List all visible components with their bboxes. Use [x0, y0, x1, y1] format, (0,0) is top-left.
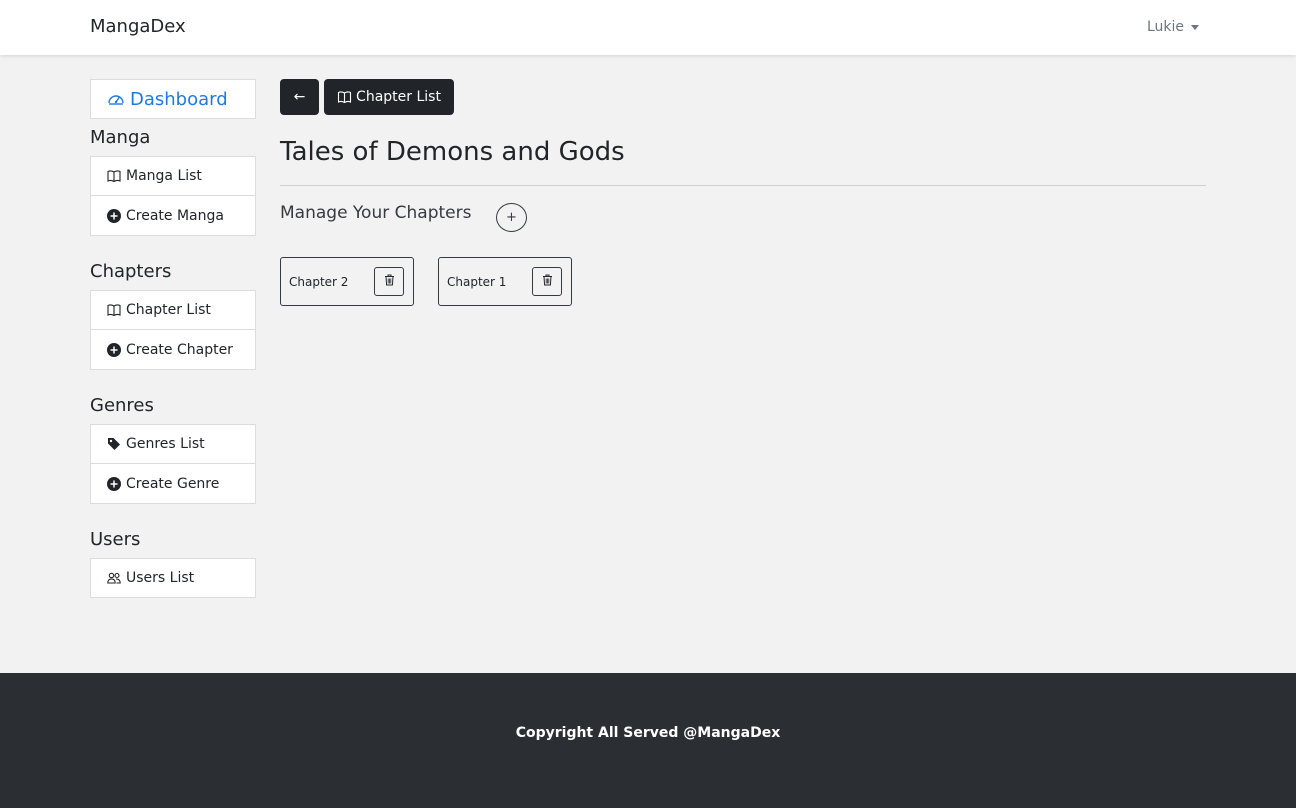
- book-icon: [107, 170, 121, 182]
- sidebar-item-label: Genres List: [126, 436, 205, 452]
- arrow-left-icon: ←: [293, 89, 306, 105]
- sidebar-item-label: Manga List: [126, 168, 202, 184]
- sidebar-item-label: Create Genre: [126, 475, 220, 492]
- sidebar-item-create-chapter[interactable]: Create Chapter: [90, 330, 256, 370]
- page-title: Tales of Demons and Gods: [280, 137, 625, 167]
- copyright-text: Copyright All Served @MangaDex: [515, 725, 781, 741]
- user-name: Lukie: [1147, 19, 1185, 35]
- delete-chapter-button[interactable]: [532, 267, 562, 296]
- delete-chapter-button[interactable]: [374, 267, 404, 296]
- chapter-label: Chapter 1: [447, 274, 507, 289]
- people-icon: [107, 572, 121, 584]
- section-heading-manga: Manga: [90, 127, 151, 148]
- back-button[interactable]: ←: [280, 79, 319, 115]
- plus-circle-icon: [107, 342, 121, 357]
- trash-icon: [542, 274, 553, 289]
- sidebar-item-create-genre[interactable]: Create Genre: [90, 464, 256, 504]
- sidebar-item-dashboard[interactable]: Dashboard: [90, 79, 256, 119]
- sidebar-item-label: Create Chapter: [126, 341, 233, 358]
- sidebar-item-users-list[interactable]: Users List: [90, 558, 256, 598]
- brand-link[interactable]: MangaDex: [90, 16, 186, 37]
- sidebar-item-create-manga[interactable]: Create Manga: [90, 196, 256, 236]
- sidebar-item-genres-list[interactable]: Genres List: [90, 424, 256, 464]
- sidebar: Dashboard Manga Manga List Create Manga …: [90, 79, 256, 598]
- sidebar-item-label: Dashboard: [130, 88, 228, 110]
- sidebar-item-label: Chapter List: [126, 302, 211, 318]
- user-dropdown[interactable]: Lukie: [1147, 19, 1200, 35]
- plus-icon: +: [506, 210, 517, 225]
- book-icon: [337, 91, 352, 103]
- speedometer-icon: [107, 91, 125, 107]
- sidebar-item-manga-list[interactable]: Manga List: [90, 156, 256, 196]
- divider: [280, 185, 1206, 186]
- sidebar-item-chapter-list[interactable]: Chapter List: [90, 290, 256, 330]
- plus-circle-icon: [107, 476, 121, 491]
- chevron-down-icon: [1191, 24, 1200, 30]
- chapter-card[interactable]: Chapter 1: [438, 257, 572, 306]
- book-icon: [107, 304, 121, 316]
- chapter-card[interactable]: Chapter 2: [280, 257, 414, 306]
- section-subtitle: Manage Your Chapters: [280, 203, 472, 223]
- footer: Copyright All Served @MangaDex: [0, 673, 1296, 808]
- section-heading-users: Users: [90, 529, 141, 550]
- add-chapter-button[interactable]: +: [496, 203, 527, 232]
- sidebar-item-label: Users List: [126, 570, 195, 586]
- tag-icon: [107, 437, 121, 451]
- chapter-list-button[interactable]: Chapter List: [324, 79, 454, 115]
- sidebar-item-label: Create Manga: [126, 207, 224, 224]
- trash-icon: [384, 274, 395, 289]
- section-heading-genres: Genres: [90, 395, 154, 416]
- chapter-label: Chapter 2: [289, 274, 349, 289]
- section-heading-chapters: Chapters: [90, 261, 172, 282]
- navbar: MangaDex Lukie: [0, 0, 1296, 55]
- plus-circle-icon: [107, 208, 121, 223]
- chapter-list-button-label: Chapter List: [356, 89, 441, 105]
